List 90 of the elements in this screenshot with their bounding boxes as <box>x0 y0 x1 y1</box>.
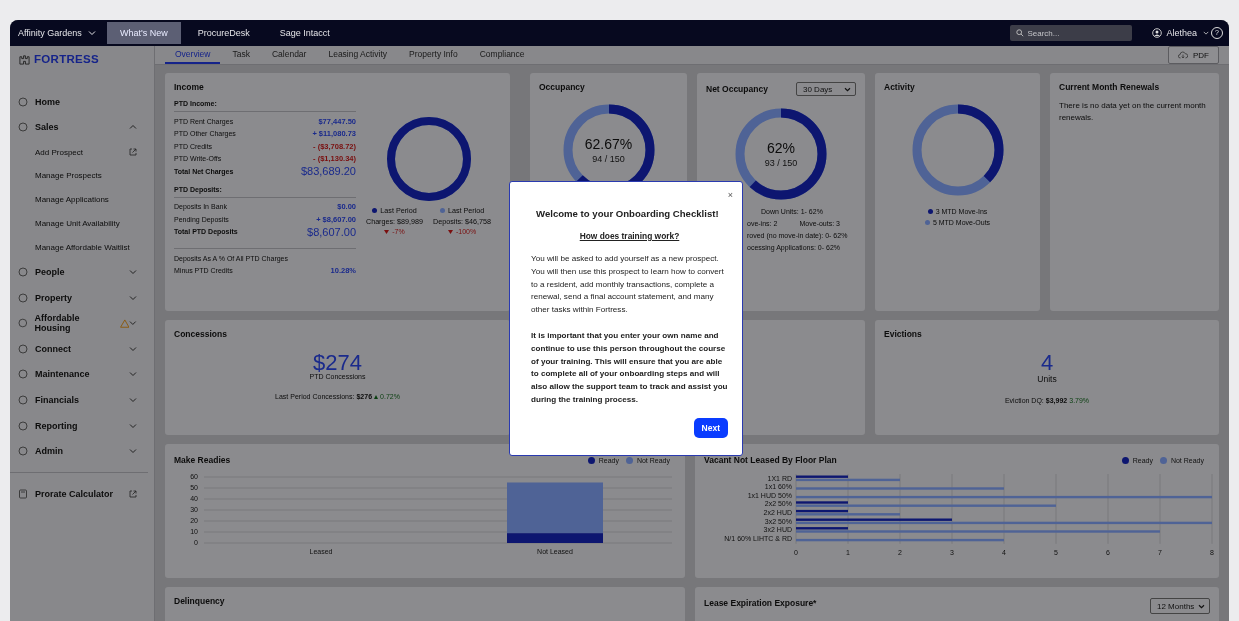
chevron-down-icon <box>844 86 851 92</box>
circle-icon <box>18 266 28 277</box>
count-value: 94 / 150 <box>592 154 625 164</box>
sidebar-subitem[interactable]: Manage Affordable Waitlist <box>10 235 154 260</box>
search-icon <box>1016 29 1025 37</box>
dialog-title: Welcome to your Onboarding Checklist! <box>536 208 720 219</box>
sidebar-item[interactable]: Financials <box>10 387 154 413</box>
chevron-down-icon <box>1198 603 1205 609</box>
row-value: $83,689.20 <box>300 165 356 178</box>
percent-value: 62% <box>767 140 795 156</box>
sidebar-item[interactable]: Maintenance <box>10 361 154 388</box>
sidebar-item[interactable]: People <box>10 259 154 285</box>
card-title: Activity <box>884 82 916 92</box>
sidebar-item[interactable]: Sales <box>10 114 154 141</box>
card-title: Occupancy <box>539 82 586 92</box>
top-nav-link[interactable]: Sage Intacct <box>266 22 343 44</box>
logo-text: FORTRESS <box>34 53 99 65</box>
tab[interactable]: Calendar <box>261 46 317 64</box>
top-nav-link[interactable]: ProcureDesk <box>184 22 263 44</box>
circle-icon <box>18 96 28 107</box>
user-icon[interactable] <box>1152 28 1163 38</box>
circle-icon <box>18 292 28 303</box>
castle-icon <box>19 53 30 65</box>
period-dropdown[interactable]: 12 Months <box>1150 598 1210 614</box>
card-title: Vacant Not Leased By Floor Plan <box>704 455 837 465</box>
chevron-down-icon <box>129 268 137 275</box>
cloud-download-icon <box>1178 51 1188 59</box>
sidebar-item[interactable]: Property <box>10 284 154 311</box>
circle-icon <box>18 394 28 405</box>
caret-down-icon <box>384 229 390 234</box>
sidebar-subitem[interactable]: Manage Prospects <box>10 164 154 188</box>
sidebar-subitem[interactable]: Add Prospect <box>10 140 154 164</box>
caret-up-icon <box>374 394 379 399</box>
circle-icon <box>18 318 28 329</box>
close-button[interactable]: × <box>727 190 733 200</box>
top-nav-link[interactable]: What's New <box>107 22 181 44</box>
search-field[interactable]: Search... <box>1010 25 1133 41</box>
chevron-down-icon <box>129 345 137 352</box>
tab[interactable]: Property Info <box>399 46 468 64</box>
chevron-down-icon <box>129 371 137 378</box>
card-title: Concessions <box>174 329 228 339</box>
count-unit: Units <box>1037 374 1057 384</box>
pdf-button[interactable]: PDF <box>1168 46 1219 64</box>
empty-message: There is no data yet on the current month renewals. <box>1059 100 1207 124</box>
tab[interactable]: Overview <box>165 46 221 64</box>
card-title: Net Occupancy <box>706 84 768 94</box>
circle-icon <box>18 420 28 431</box>
next-button[interactable]: Next <box>693 417 728 438</box>
tab[interactable]: Leasing Activity <box>318 46 397 64</box>
card-title: Make Readies <box>174 455 231 465</box>
evictions-count: 4 <box>1040 353 1054 373</box>
chevron-down-icon <box>87 30 96 36</box>
circle-icon <box>18 122 28 133</box>
card-title: Lease Expiration Exposure* <box>704 598 817 608</box>
chevron-down-icon <box>129 320 137 327</box>
count-value: 93 / 150 <box>764 158 798 168</box>
caret-down-icon <box>447 229 453 234</box>
chevron-down-icon <box>129 448 137 455</box>
circle-icon <box>18 446 28 457</box>
circle-icon <box>18 369 28 380</box>
calculator-icon <box>18 488 28 499</box>
chevron-down-icon <box>129 422 137 429</box>
sidebar-item[interactable]: Home <box>10 89 154 115</box>
tab[interactable]: Compliance <box>469 46 535 64</box>
sidebar-item[interactable]: Prorate Calculator <box>10 480 154 507</box>
chevron-up-icon <box>129 124 137 131</box>
sidebar-item[interactable]: Affordable Housing <box>10 310 154 336</box>
chevron-down-icon <box>129 294 137 301</box>
dialog-text: You will be asked to add yourself as a new prospect. You will then use this prospect to learn how to convert to a resident, add monthly transactions, complete a renewal, send a final account statement, and many other tasks within Fortress. <box>531 253 725 317</box>
row-value: $8,607.00 <box>307 225 356 238</box>
property-selector[interactable]: Affinity Gardens <box>10 28 107 38</box>
sidebar-item[interactable]: Connect <box>10 335 154 362</box>
concessions-amount: $274 <box>313 353 362 373</box>
percent-value: 62.67% <box>584 136 633 152</box>
card-title: Delinquency <box>174 596 226 606</box>
card-title: Evictions <box>884 329 923 339</box>
dialog-subtitle: How does training work? <box>578 231 681 241</box>
period-dropdown[interactable]: 30 Days <box>796 82 856 96</box>
sidebar-subitem[interactable]: Manage Applications <box>10 187 154 212</box>
card-title: Current Month Renewals <box>1059 82 1161 92</box>
user-name[interactable]: Alethea <box>1166 28 1197 38</box>
sidebar-subitem[interactable]: Manage Unit Availability <box>10 211 154 236</box>
dialog-text: It is important that you enter your own name and continue to use this person throughout the course of your training. This will ensure that you are able to complete all of your onboarding steps and will also allow the support team to track and assist you during the training process. <box>531 330 728 406</box>
circle-icon <box>18 343 28 354</box>
card-title: Income <box>174 82 205 92</box>
sidebar-item[interactable]: Reporting <box>10 412 154 439</box>
chevron-down-icon <box>129 396 137 403</box>
chevron-down-icon[interactable] <box>1203 30 1209 36</box>
sidebar-item[interactable]: Admin <box>10 438 154 464</box>
tab[interactable]: Task <box>222 46 260 64</box>
